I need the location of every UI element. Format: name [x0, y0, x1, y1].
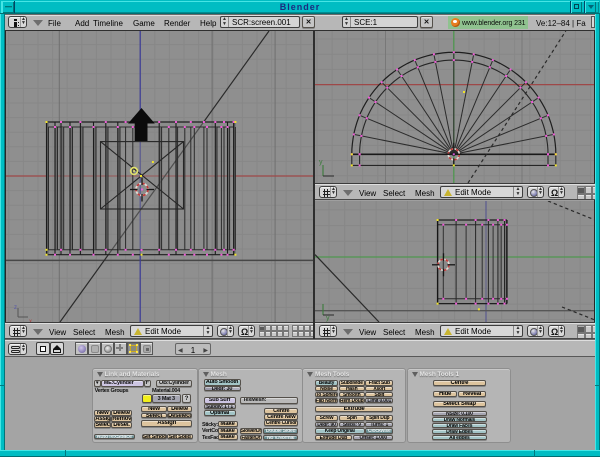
- svg-text:y: y: [326, 315, 330, 322]
- svg-text:z: z: [14, 305, 17, 311]
- svg-text:y: y: [319, 159, 323, 166]
